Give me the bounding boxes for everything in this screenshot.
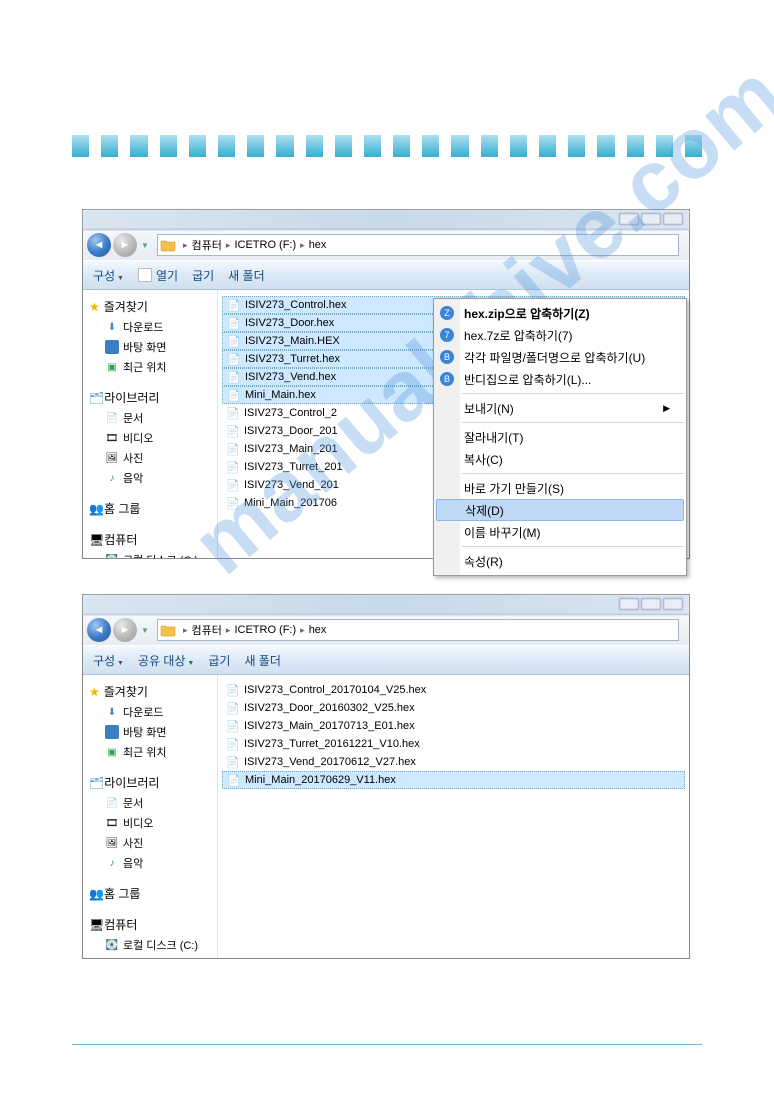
- sidebar-item-videos[interactable]: 🎞비디오: [83, 428, 217, 448]
- favorites-header[interactable]: ★즐겨찾기: [83, 296, 217, 317]
- sidebar-item-pictures[interactable]: 🖼사진: [83, 833, 217, 853]
- cm-copy[interactable]: 복사(C): [434, 448, 686, 470]
- burn-button[interactable]: 굽기: [192, 267, 214, 284]
- cm-cut[interactable]: 잘라내기(T): [434, 426, 686, 448]
- back-button[interactable]: ◄: [87, 233, 111, 257]
- breadcrumb[interactable]: ▸ 컴퓨터 ▸ ICETRO (F:) ▸ hex: [157, 619, 679, 641]
- sidebar-item-downloads[interactable]: ⬇다운로드: [83, 702, 217, 722]
- cm-rename[interactable]: 이름 바꾸기(M): [434, 521, 686, 543]
- sidebar-item-recent[interactable]: ▣최근 위치: [83, 357, 217, 377]
- file-row[interactable]: 📄ISIV273_Door_20160302_V25.hex: [222, 699, 685, 717]
- bc-drive[interactable]: ICETRO (F:): [234, 624, 296, 636]
- new-folder-button[interactable]: 새 폴더: [228, 267, 264, 284]
- titlebar: [83, 595, 689, 615]
- cm-bandizip[interactable]: B반디집으로 압축하기(L)...: [434, 368, 686, 390]
- sidebar-item-videos[interactable]: 🎞비디오: [83, 813, 217, 833]
- context-menu: Zhex.zip으로 압축하기(Z) 7hex.7z로 압축하기(7) B각각 …: [433, 298, 687, 576]
- organize-button[interactable]: 구성: [93, 267, 124, 284]
- nav-row: ◄ ► ▼ ▸ 컴퓨터 ▸ ICETRO (F:) ▸ hex: [83, 615, 689, 645]
- close-btn[interactable]: [663, 598, 683, 610]
- min-btn[interactable]: [619, 598, 639, 610]
- cm-properties[interactable]: 속성(R): [434, 550, 686, 572]
- burn-button[interactable]: 굽기: [208, 652, 230, 669]
- explorer-window-1: ◄ ► ▼ ▸ 컴퓨터 ▸ ICETRO (F:) ▸ hex 구성 열기 굽기…: [82, 209, 690, 559]
- file-row[interactable]: 📄ISIV273_Turret_20161221_V10.hex: [222, 735, 685, 753]
- sidebar-item-music[interactable]: ♪음악: [83, 468, 217, 488]
- sidebar: ★즐겨찾기 ⬇다운로드 바탕 화면 ▣최근 위치 🗂라이브러리 📄문서 🎞비디오…: [83, 290, 218, 558]
- file-row[interactable]: 📄ISIV273_Main_20170713_E01.hex: [222, 717, 685, 735]
- bc-computer[interactable]: 컴퓨터: [192, 622, 222, 638]
- homegroup-header[interactable]: 👥홈 그룹: [83, 883, 217, 904]
- folder-icon: [160, 238, 176, 252]
- folder-icon: [160, 623, 176, 637]
- sidebar-item-recent[interactable]: ▣최근 위치: [83, 742, 217, 762]
- sidebar-item-pictures[interactable]: 🖼사진: [83, 448, 217, 468]
- homegroup-header[interactable]: 👥홈 그룹: [83, 498, 217, 519]
- open-button[interactable]: 열기: [138, 267, 178, 284]
- file-row[interactable]: 📄ISIV273_Control_20170104_V25.hex: [222, 681, 685, 699]
- breadcrumb[interactable]: ▸ 컴퓨터 ▸ ICETRO (F:) ▸ hex: [157, 234, 679, 256]
- computer-header[interactable]: 🖥컴퓨터: [83, 914, 217, 935]
- max-btn[interactable]: [641, 598, 661, 610]
- cm-send[interactable]: 보내기(N)▶: [434, 397, 686, 419]
- cm-shortcut[interactable]: 바로 가기 만들기(S): [434, 477, 686, 499]
- nav-row: ◄ ► ▼ ▸ 컴퓨터 ▸ ICETRO (F:) ▸ hex: [83, 230, 689, 260]
- titlebar: [83, 210, 689, 230]
- history-dropdown[interactable]: ▼: [139, 234, 151, 256]
- computer-header[interactable]: 🖥컴퓨터: [83, 529, 217, 550]
- bc-drive[interactable]: ICETRO (F:): [234, 239, 296, 251]
- max-btn[interactable]: [641, 213, 661, 225]
- sidebar: ★즐겨찾기 ⬇다운로드 바탕 화면 ▣최근 위치 🗂라이브러리 📄문서 🎞비디오…: [83, 675, 218, 958]
- sidebar-item-desktop[interactable]: 바탕 화면: [83, 337, 217, 357]
- cm-each[interactable]: B각각 파일명/폴더명으로 압축하기(U): [434, 346, 686, 368]
- sidebar-item-downloads[interactable]: ⬇다운로드: [83, 317, 217, 337]
- bc-computer[interactable]: 컴퓨터: [192, 237, 222, 253]
- bc-folder-hex[interactable]: hex: [309, 624, 327, 636]
- file-row[interactable]: 📄ISIV273_Vend_20170612_V27.hex: [222, 753, 685, 771]
- bc-folder-hex[interactable]: hex: [309, 239, 327, 251]
- sidebar-item-local-c[interactable]: 💽로컬 디스크 (C:): [83, 935, 217, 955]
- cm-zip[interactable]: Zhex.zip으로 압축하기(Z): [434, 302, 686, 324]
- organize-button[interactable]: 구성: [93, 652, 124, 669]
- sidebar-item-music[interactable]: ♪음악: [83, 853, 217, 873]
- favorites-header[interactable]: ★즐겨찾기: [83, 681, 217, 702]
- explorer-window-2: ◄ ► ▼ ▸ 컴퓨터 ▸ ICETRO (F:) ▸ hex 구성 공유 대상…: [82, 594, 690, 959]
- page-footer-rule: [72, 1044, 702, 1045]
- libraries-header[interactable]: 🗂라이브러리: [83, 387, 217, 408]
- sidebar-item-local-c[interactable]: 💽로컬 디스크 (C:): [83, 550, 217, 558]
- cm-delete[interactable]: 삭제(D): [436, 499, 684, 521]
- sidebar-item-documents[interactable]: 📄문서: [83, 793, 217, 813]
- close-btn[interactable]: [663, 213, 683, 225]
- share-button[interactable]: 공유 대상: [138, 652, 194, 669]
- history-dropdown[interactable]: ▼: [139, 619, 151, 641]
- sidebar-item-icetro[interactable]: 💾ICETRO (F:): [83, 955, 217, 958]
- sidebar-item-documents[interactable]: 📄문서: [83, 408, 217, 428]
- forward-button[interactable]: ►: [113, 618, 137, 642]
- min-btn[interactable]: [619, 213, 639, 225]
- file-list: 📄ISIV273_Control_20170104_V25.hex 📄ISIV2…: [218, 675, 689, 958]
- new-folder-button[interactable]: 새 폴더: [244, 652, 280, 669]
- toolbar: 구성 열기 굽기 새 폴더: [83, 260, 689, 290]
- cm-7z[interactable]: 7hex.7z로 압축하기(7): [434, 324, 686, 346]
- sidebar-item-desktop[interactable]: 바탕 화면: [83, 722, 217, 742]
- toolbar: 구성 공유 대상 굽기 새 폴더: [83, 645, 689, 675]
- forward-button[interactable]: ►: [113, 233, 137, 257]
- back-button[interactable]: ◄: [87, 618, 111, 642]
- libraries-header[interactable]: 🗂라이브러리: [83, 772, 217, 793]
- decorative-squares: [72, 135, 702, 157]
- file-row[interactable]: 📄Mini_Main_20170629_V11.hex: [222, 771, 685, 789]
